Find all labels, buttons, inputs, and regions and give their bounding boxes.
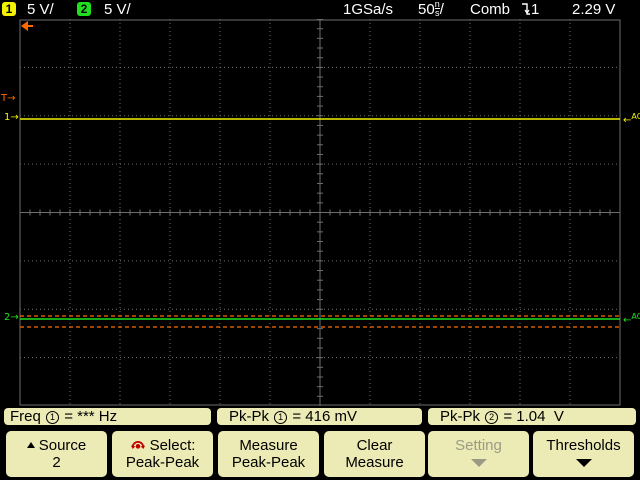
measurement-pkpk-1: Pk-Pk 1 = 416 mV	[217, 408, 422, 425]
source-value: 2	[52, 454, 61, 471]
channel-2-badge[interactable]: 2	[77, 2, 91, 16]
status-bar: 1 5 V/ 2 5 V/ 1GSa/s 50 n s / Comb 1 2.29 V	[0, 0, 640, 19]
falling-edge-icon	[522, 3, 530, 15]
graticule	[19, 19, 621, 406]
trigger-info[interactable]: 1	[521, 0, 539, 19]
select-softkey[interactable]: Select: Peak-Peak	[112, 431, 213, 477]
setting-label: Setting	[455, 437, 502, 454]
select-label-line: Select:	[130, 437, 195, 454]
measurement-freq: Freq 1 = *** Hz	[4, 408, 211, 425]
clear-label-2: Measure	[345, 454, 404, 471]
channel-circle-icon: 1	[274, 411, 288, 424]
sample-rate: 1GSa/s	[343, 1, 394, 18]
waveform-display[interactable]: T→ 1→ 2→ ←AC ←AC	[0, 19, 640, 406]
trigger-time-marker-icon[interactable]	[20, 20, 34, 32]
channel-1-marker[interactable]: 1→	[4, 113, 19, 123]
up-arrow-icon	[26, 442, 35, 448]
setting-softkey[interactable]: Setting	[428, 431, 529, 477]
submenu-arrow-icon	[575, 459, 592, 467]
thresholds-label: Thresholds	[546, 437, 621, 454]
source-label-line: Source	[26, 437, 86, 454]
timebase-suffix: /	[439, 1, 444, 18]
clear-measure-softkey[interactable]: Clear Measure	[324, 431, 425, 477]
select-value: Peak-Peak	[125, 454, 200, 471]
measure-value: Peak-Peak	[231, 454, 306, 471]
trigger-source: 1	[531, 1, 540, 18]
clear-label: Clear	[356, 437, 393, 454]
source-softkey[interactable]: Source 2	[6, 431, 107, 477]
channel-2-scale[interactable]: 5 V/	[104, 0, 131, 19]
channel-2-marker[interactable]: 2→	[4, 313, 19, 323]
channel-1-coupling: ←AC	[623, 112, 640, 126]
measure-label: Measure	[239, 437, 298, 454]
submenu-arrow-icon	[470, 459, 487, 467]
timebase[interactable]: 50 n s /	[418, 0, 444, 19]
trigger-level-marker[interactable]: T→	[1, 94, 16, 104]
measurement-bar: Freq 1 = *** Hz Pk-Pk 1 = 416 mV Pk-Pk 2…	[0, 406, 640, 427]
channel-2-coupling: ←AC	[623, 312, 640, 326]
rotary-knob-icon	[130, 441, 145, 449]
channel-circle-icon: 2	[485, 411, 499, 424]
thresholds-softkey[interactable]: Thresholds	[533, 431, 634, 477]
trigger-level[interactable]: 2.29 V	[572, 0, 615, 19]
measure-softkey[interactable]: Measure Peak-Peak	[218, 431, 319, 477]
channel-circle-icon: 1	[46, 411, 60, 424]
measurement-pkpk-2: Pk-Pk 2 = 1.04 V	[428, 408, 636, 425]
acquisition-mode[interactable]: Comb	[470, 0, 510, 19]
channel-1-badge[interactable]: 1	[2, 2, 16, 16]
softkey-bar: Source 2 Select: Peak-Peak Measure Peak-…	[0, 429, 640, 480]
channel-1-scale[interactable]: 5 V/	[27, 0, 54, 19]
timebase-value: 50	[418, 1, 435, 18]
